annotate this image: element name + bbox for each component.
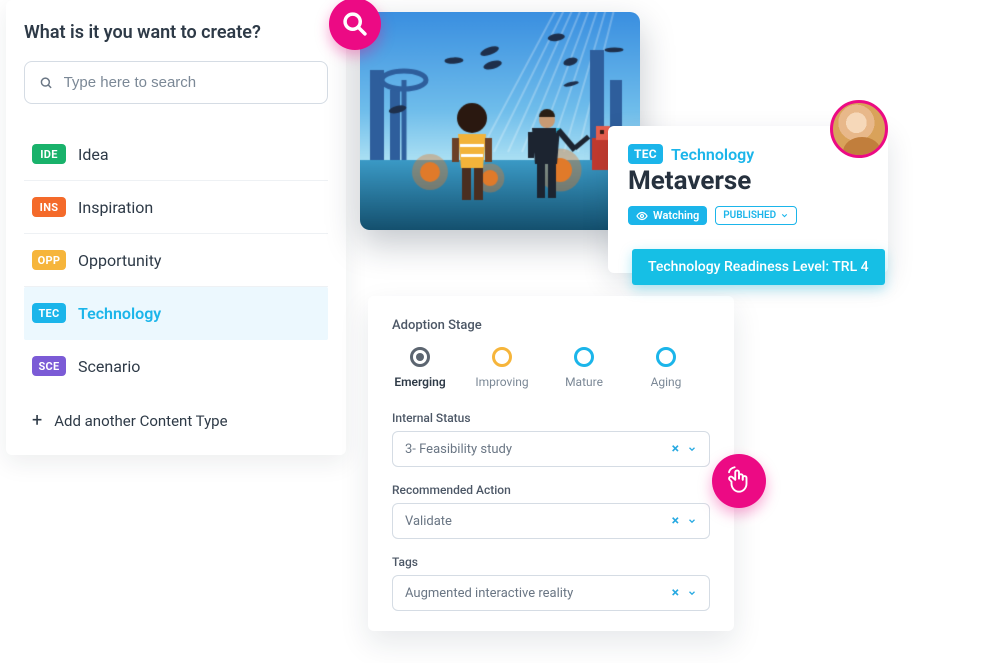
tags-label: Tags <box>392 555 710 569</box>
sidebar-title: What is it you want to create? <box>24 22 328 43</box>
adoption-stage-row: Emerging Improving Mature Aging <box>392 347 710 389</box>
stage-emerging-label: Emerging <box>394 375 445 389</box>
type-opportunity[interactable]: OPP Opportunity <box>24 234 328 287</box>
type-scenario-label: Scenario <box>78 357 140 376</box>
type-inspiration[interactable]: INS Inspiration <box>24 181 328 234</box>
recommended-action-field: Recommended Action Validate × <box>392 483 710 539</box>
eye-icon <box>636 210 648 222</box>
tags-field: Tags Augmented interactive reality × <box>392 555 710 611</box>
content-type-list: IDE Idea INS Inspiration OPP Opportunity… <box>24 128 328 392</box>
create-sidebar: What is it you want to create? IDE Idea … <box>6 0 346 455</box>
internal-status-field: Internal Status 3- Feasibility study × <box>392 411 710 467</box>
stage-improving[interactable]: Improving <box>474 347 530 389</box>
search-input[interactable] <box>24 61 328 104</box>
stage-emerging[interactable]: Emerging <box>392 347 448 389</box>
hero-canvas <box>360 12 640 230</box>
radio-icon <box>656 347 676 367</box>
search-icon <box>39 75 54 91</box>
user-avatar[interactable] <box>830 100 888 158</box>
adoption-stage-label: Adoption Stage <box>392 318 710 333</box>
badge-ins: INS <box>32 197 66 217</box>
type-idea-label: Idea <box>78 145 109 164</box>
type-scenario[interactable]: SCE Scenario <box>24 340 328 392</box>
search-field[interactable] <box>64 74 313 91</box>
type-idea[interactable]: IDE Idea <box>24 128 328 181</box>
stage-mature[interactable]: Mature <box>556 347 612 389</box>
trl-chip: Technology Readiness Level: TRL 4 <box>632 249 885 285</box>
add-content-type-label: Add another Content Type <box>54 412 227 430</box>
publish-label: PUBLISHED <box>723 210 776 221</box>
chevron-down-icon <box>780 211 789 220</box>
recommended-action-label: Recommended Action <box>392 483 710 497</box>
clear-icon[interactable]: × <box>672 441 679 457</box>
watching-button[interactable]: Watching <box>628 206 707 225</box>
radio-icon <box>492 347 512 367</box>
recommended-action-select[interactable]: Validate × <box>392 503 710 539</box>
badge-opp: OPP <box>32 250 66 270</box>
stage-improving-label: Improving <box>475 375 528 389</box>
badge-sce: SCE <box>32 356 66 376</box>
magnifier-icon <box>341 10 369 38</box>
chevron-down-icon[interactable] <box>687 588 697 598</box>
watching-label: Watching <box>653 209 699 222</box>
type-opportunity-label: Opportunity <box>78 251 162 270</box>
detail-type-row: TEC Technology <box>628 144 868 164</box>
clear-icon[interactable]: × <box>672 585 679 601</box>
status-row: Watching PUBLISHED <box>628 206 868 225</box>
chevron-down-icon[interactable] <box>687 444 697 454</box>
plus-icon: + <box>32 410 42 431</box>
detail-type-label: Technology <box>671 145 754 164</box>
recommended-action-value: Validate <box>405 514 452 529</box>
internal-status-value: 3- Feasibility study <box>405 442 512 457</box>
detail-badge-tec: TEC <box>628 144 663 164</box>
tags-select[interactable]: Augmented interactive reality × <box>392 575 710 611</box>
hero-image <box>360 12 640 230</box>
chevron-down-icon[interactable] <box>687 516 697 526</box>
internal-status-select[interactable]: 3- Feasibility study × <box>392 431 710 467</box>
pointer-badge[interactable] <box>712 454 766 508</box>
detail-title: Metaverse <box>628 166 868 196</box>
add-content-type-button[interactable]: + Add another Content Type <box>24 392 328 445</box>
tags-value: Augmented interactive reality <box>405 586 573 601</box>
internal-status-label: Internal Status <box>392 411 710 425</box>
stage-mature-label: Mature <box>565 375 603 389</box>
hand-pointer-icon <box>724 466 754 496</box>
type-inspiration-label: Inspiration <box>78 198 153 217</box>
clear-icon[interactable]: × <box>672 513 679 529</box>
form-card: Adoption Stage Emerging Improving Mature… <box>368 296 734 631</box>
stage-aging[interactable]: Aging <box>638 347 694 389</box>
stage-aging-label: Aging <box>651 375 682 389</box>
publish-status-button[interactable]: PUBLISHED <box>715 206 797 225</box>
radio-icon <box>574 347 594 367</box>
radio-icon <box>410 347 430 367</box>
badge-tec: TEC <box>32 303 66 323</box>
type-technology[interactable]: TEC Technology <box>24 287 328 340</box>
search-badge[interactable] <box>329 0 381 50</box>
type-technology-label: Technology <box>78 304 161 323</box>
badge-ide: IDE <box>32 144 66 164</box>
